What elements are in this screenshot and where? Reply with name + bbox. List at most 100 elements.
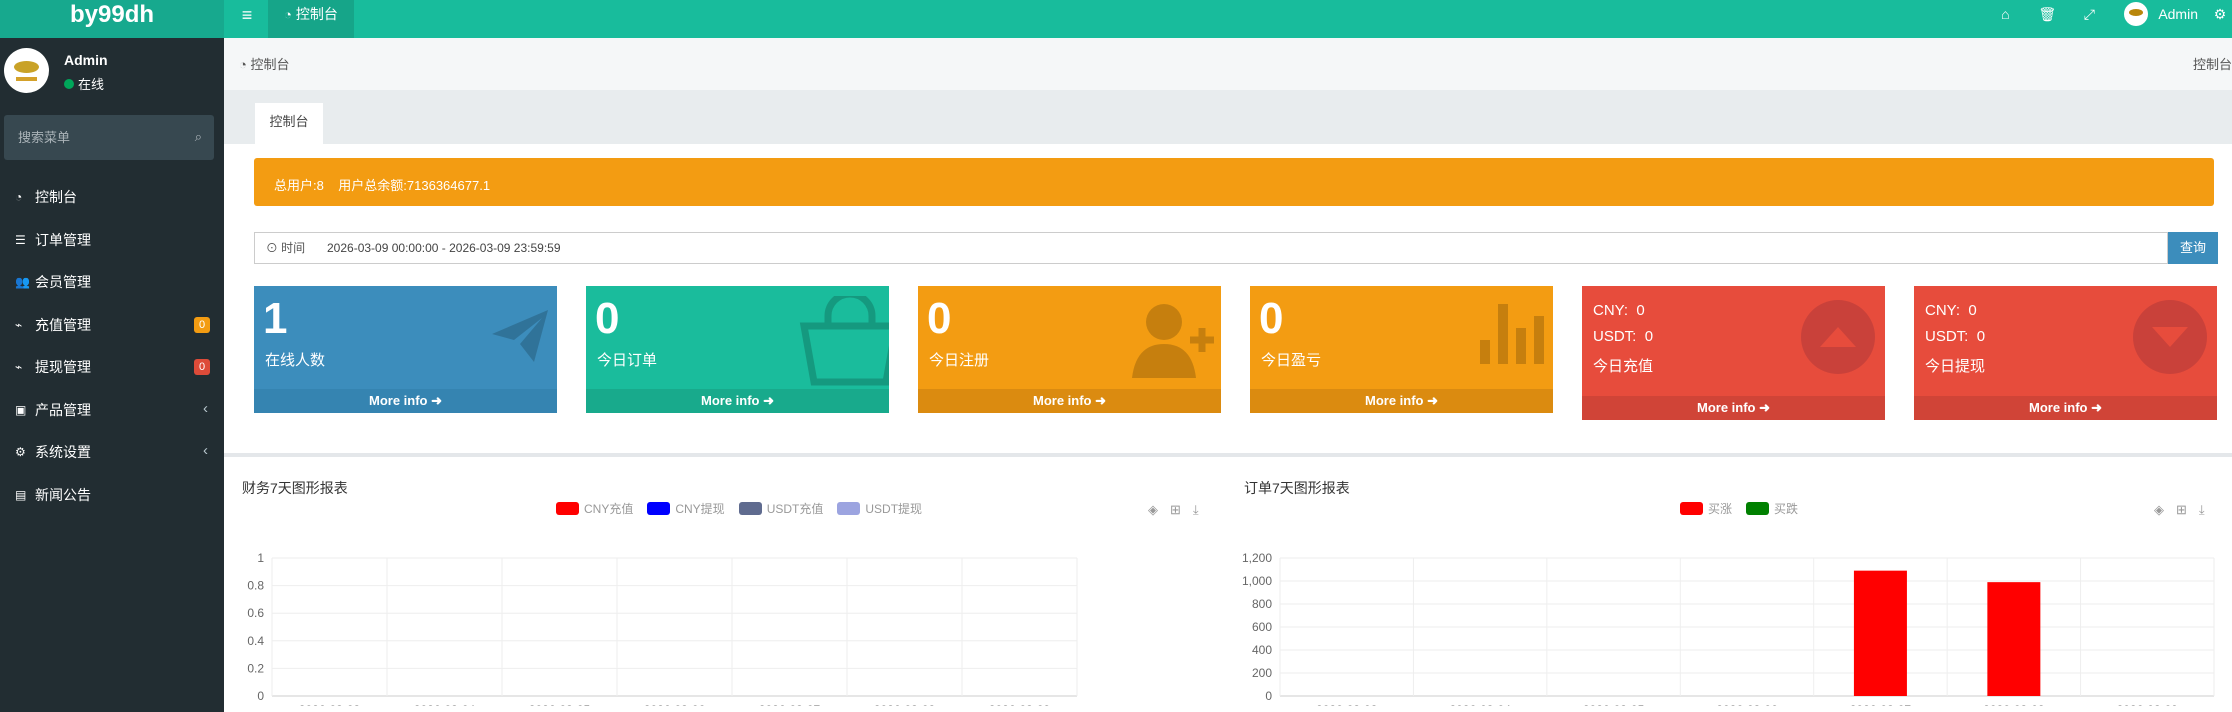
settings-icon[interactable]: ⚙: [2208, 0, 2232, 28]
sidebar-item-label: 订单管理: [35, 231, 91, 248]
y-tick-label: 0.4: [247, 634, 264, 648]
more-info-label: More info: [1696, 400, 1756, 415]
search-icon[interactable]: ⌕: [195, 129, 202, 145]
x-tick-label: 2026-03-08: [1983, 703, 2045, 706]
more-info-label: More info: [368, 393, 428, 408]
y-tick-label: 400: [1252, 643, 1272, 657]
breadcrumb-right: 控制台: [2192, 57, 2232, 72]
money-label: 今日充值: [1593, 358, 1654, 375]
chart-plot: 0 0.2 0.4 0.6 0.8 1 2026-03-03 2026-03-04 2026-0…: [247, 551, 1078, 706]
sidebar-item-label: 系统设置: [35, 444, 91, 461]
sidebar-item-5[interactable]: ▣ 产品管理 ‹: [0, 389, 224, 432]
x-tick-label: 2026-03-04: [414, 703, 476, 706]
stat-box: 1 在线人数 More info ➜: [254, 286, 557, 413]
order-chart-panel: 订单7天图形报表买涨买跌◈⊞⤓02004006008001,0001,20020…: [1226, 466, 2216, 706]
stat-box: 0 今日盈亏 More info ➜: [1250, 286, 1553, 413]
cny-value: 0: [1968, 302, 1977, 319]
arrow-circle-right-icon: ➜: [763, 393, 775, 408]
trash-icon[interactable]: 🗑: [2026, 0, 2068, 28]
usdt-value: 0: [1976, 328, 1986, 345]
avatar: [4, 48, 49, 93]
sidebar-item-0[interactable]: ◔ 控制台: [0, 176, 224, 219]
more-info-link[interactable]: More info ➜: [1914, 396, 2217, 420]
total-users: 总用户:8: [274, 178, 324, 193]
list-icon: ☰: [15, 232, 26, 247]
more-info-label: More info: [700, 393, 760, 408]
more-info-link[interactable]: More info ➜: [1250, 389, 1553, 413]
stat-box: 0 今日注册 More info ➜: [918, 286, 1221, 413]
search-input[interactable]: [4, 115, 174, 160]
menu-toggle-icon[interactable]: ≡: [230, 0, 264, 38]
money-box: CNY: 0 USDT: 0 今日提现 More info ➜: [1914, 286, 2217, 420]
top-right-toolbar: ⌂ 🗑 ⤢ Admin ⚙: [1984, 0, 2232, 38]
arrow-circle-right-icon: ➜: [2091, 400, 2103, 415]
arrow-circle-right-icon: ➜: [1427, 393, 1439, 408]
cny-line: CNY: 0: [1593, 302, 1645, 319]
top-tab-dashboard[interactable]: ◔ 控制台: [268, 0, 354, 38]
app-logo[interactable]: by99dh: [0, 0, 224, 38]
y-tick-label: 0.6: [247, 606, 264, 620]
clock-icon: ⊙: [265, 241, 278, 255]
sidebar-item-4[interactable]: ⌁ 提现管理 0: [0, 346, 224, 389]
home-icon[interactable]: ⌂: [1984, 0, 2026, 28]
user-menu[interactable]: Admin: [2124, 0, 2198, 28]
shopping-bag-icon: [798, 290, 889, 391]
x-tick-label: 2026-03-06: [644, 703, 706, 706]
sidebar: Admin 在线 ⌕ ◔ 控制台 ☰ 订单管理 👥 会员管理 ⌁ 充值管理 0 ⌁ 提现管理 0 ▣ 产品…: [0, 38, 224, 712]
sidebar-item-1[interactable]: ☰ 订单管理: [0, 219, 224, 262]
date-range-input[interactable]: 2026-03-09 00:00:00 - 2026-03-09 23:59:5…: [316, 232, 2168, 264]
y-tick-label: 200: [1252, 666, 1272, 680]
breadcrumb: ◔ 控制台 控制台: [224, 38, 2232, 90]
sidebar-item-label: 会员管理: [35, 274, 91, 291]
time-label-text: 时间: [281, 241, 306, 255]
recharge-icon: ⌁: [15, 317, 23, 332]
sidebar-item-3[interactable]: ⌁ 充值管理 0: [0, 304, 224, 347]
cogs-icon: ⚙: [15, 445, 26, 460]
chart-plot: 0 200 400 600 800 1,000 1,200 2026-03-03 2026-03…: [1242, 551, 2215, 706]
cny-label: CNY:: [1925, 302, 1961, 319]
arrow-circle-right-icon: ➜: [1759, 400, 1771, 415]
y-tick-label: 1,000: [1242, 574, 1272, 588]
sidebar-item-label: 充值管理: [35, 316, 91, 333]
x-tick-label: 2026-03-08: [874, 703, 936, 706]
sidebar-item-2[interactable]: 👥 会员管理: [0, 261, 224, 304]
cny-line: CNY: 0: [1925, 302, 1977, 319]
x-tick-label: 2026-03-07: [1850, 703, 1912, 706]
newspaper-icon: ▤: [15, 487, 27, 502]
chart-bar: [1853, 570, 1907, 696]
sidebar-item-7[interactable]: ▤ 新闻公告: [0, 474, 224, 517]
sidebar-item-label: 控制台: [35, 189, 77, 206]
query-button[interactable]: 查询: [2168, 232, 2218, 264]
sidebar-menu: ◔ 控制台 ☰ 订单管理 👥 会员管理 ⌁ 充值管理 0 ⌁ 提现管理 0 ▣ 产品管理 ‹ ⚙ 系统设置 ‹ ▤ 新…: [0, 176, 224, 516]
more-info-label: More info: [2028, 400, 2088, 415]
arrow-down-circle-icon: [2133, 300, 2207, 374]
more-info-link[interactable]: More info ➜: [918, 389, 1221, 413]
x-tick-label: 2026-03-05: [529, 703, 591, 706]
stat-label: 在线人数: [265, 352, 326, 369]
breadcrumb-left[interactable]: ◔ 控制台: [239, 54, 289, 73]
x-tick-label: 2026-03-03: [299, 703, 361, 706]
x-tick-label: 2026-03-05: [1583, 703, 1645, 706]
stat-box: 0 今日订单 More info ➜: [586, 286, 889, 413]
more-info-label: More info: [1364, 393, 1424, 408]
stat-value: 0: [1259, 294, 1284, 343]
content-tabs: 控制台: [224, 90, 2232, 145]
time-filter-label: ⊙ 时间: [254, 232, 317, 264]
y-tick-label: 0.2: [247, 661, 264, 675]
usdt-value: 0: [1644, 328, 1654, 345]
user-name: Admin: [2158, 6, 2198, 22]
sidebar-item-6[interactable]: ⚙ 系统设置 ‹: [0, 431, 224, 474]
breadcrumb-left-label: 控制台: [250, 57, 290, 72]
more-info-link[interactable]: More info ➜: [254, 389, 557, 413]
y-tick-label: 0: [1265, 689, 1272, 703]
usdt-label: USDT:: [1593, 328, 1637, 345]
main-content: ◔ 控制台 控制台 控制台 总用户:8 用户总余额:7136364677.1 ⊙…: [224, 38, 2232, 712]
fullscreen-icon[interactable]: ⤢: [2068, 0, 2110, 28]
stat-label: 今日注册: [929, 352, 990, 369]
stat-value: 1: [263, 294, 288, 343]
more-info-link[interactable]: More info ➜: [586, 389, 889, 413]
chevron-left-icon: ‹: [203, 399, 208, 417]
more-info-link[interactable]: More info ➜: [1582, 396, 1885, 420]
tab-dashboard[interactable]: 控制台: [255, 103, 323, 145]
withdraw-icon: ⌁: [15, 360, 23, 375]
